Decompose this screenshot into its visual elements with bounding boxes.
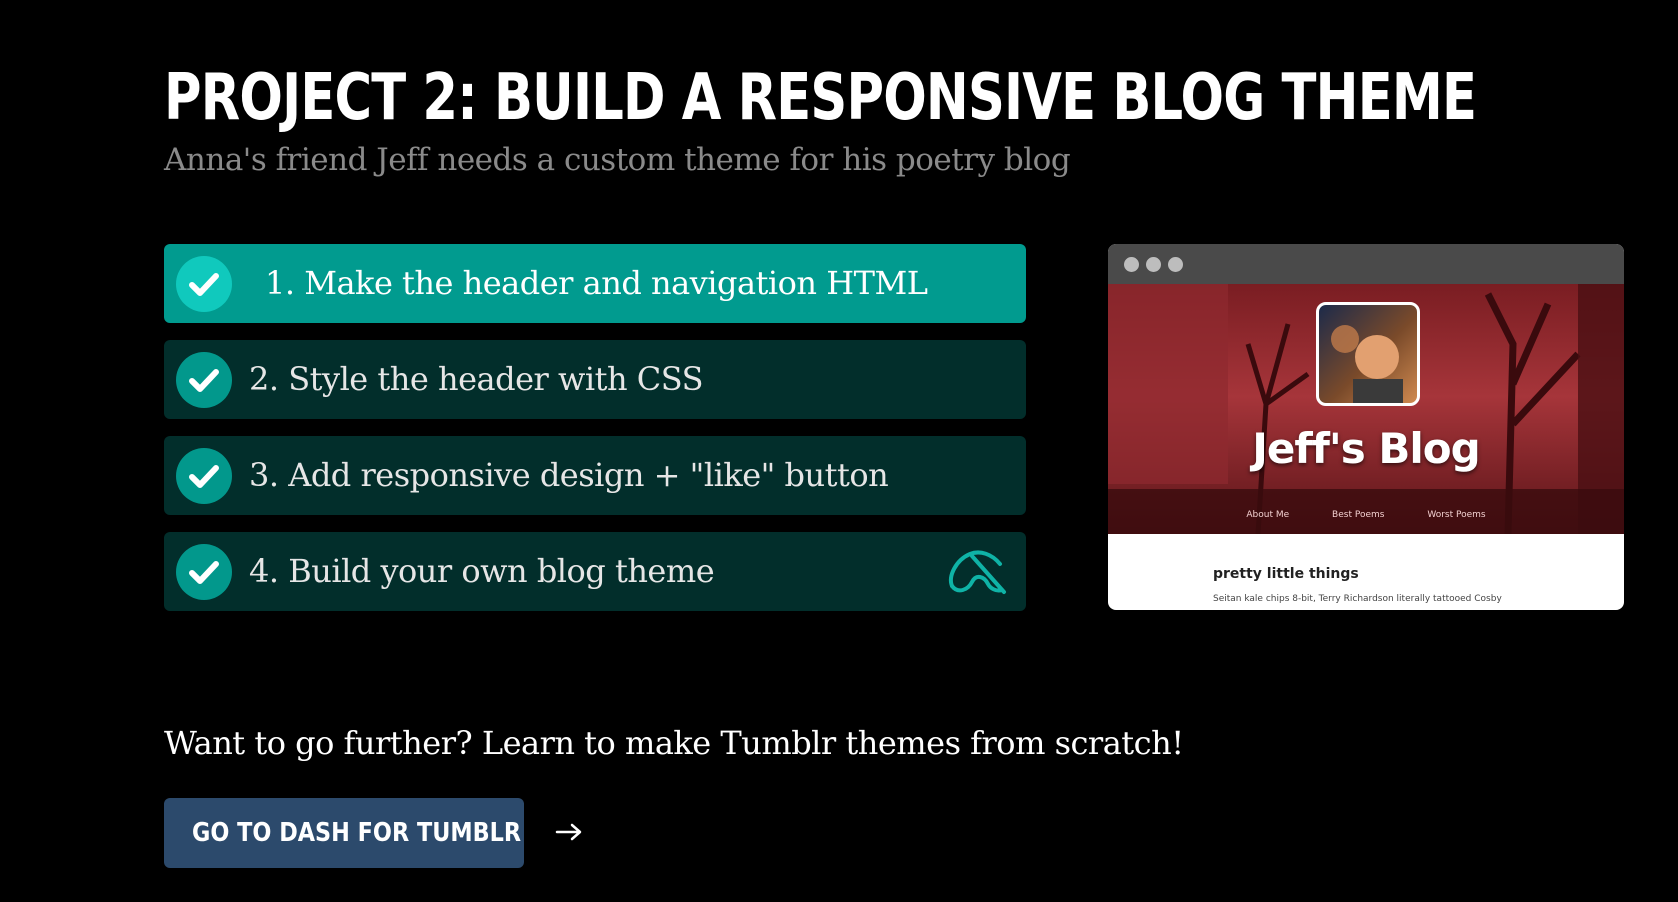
blog-nav-item: Best Poems — [1332, 510, 1385, 520]
arrow-right-icon — [555, 818, 583, 848]
step-item-1[interactable]: 1. Make the header and navigation HTML — [164, 244, 1026, 323]
step-list: 1. Make the header and navigation HTML 2… — [164, 244, 1026, 628]
blog-nav-item: Worst Poems — [1427, 510, 1486, 520]
step-label: 4. Build your own blog theme — [249, 552, 715, 590]
checkmark-icon — [176, 256, 232, 312]
checkmark-icon — [176, 448, 232, 504]
window-dot-icon — [1124, 257, 1139, 272]
step-label: 2. Style the header with CSS — [249, 360, 704, 398]
blog-post-title: pretty little things — [1213, 566, 1359, 582]
window-dot-icon — [1146, 257, 1161, 272]
cta-label: GO TO DASH FOR TUMBLR — [192, 818, 522, 848]
page-subtitle: Anna's friend Jeff needs a custom theme … — [164, 142, 1071, 178]
avatar — [1316, 302, 1420, 406]
blog-preview: Jeff's Blog About Me Best Poems Worst Po… — [1108, 244, 1624, 610]
blog-post-text: Seitan kale chips 8-bit, Terry Richardso… — [1213, 594, 1502, 604]
further-learning-text: Want to go further? Learn to make Tumblr… — [164, 724, 1184, 762]
checkmark-icon — [176, 544, 232, 600]
window-dot-icon — [1168, 257, 1183, 272]
blog-nav-item: About Me — [1246, 510, 1290, 520]
browser-chrome — [1108, 244, 1624, 284]
page-title: PROJECT 2: BUILD A RESPONSIVE BLOG THEME — [164, 61, 1477, 135]
step-item-4[interactable]: 4. Build your own blog theme — [164, 532, 1026, 611]
go-to-dash-button[interactable]: GO TO DASH FOR TUMBLR — [164, 798, 581, 868]
step-label: 3. Add responsive design + "like" button — [249, 456, 889, 494]
step-item-2[interactable]: 2. Style the header with CSS — [164, 340, 1026, 419]
checkmark-icon — [176, 352, 232, 408]
blog-hero-image: Jeff's Blog About Me Best Poems Worst Po… — [1108, 284, 1624, 534]
blog-nav: About Me Best Poems Worst Poems — [1108, 510, 1624, 520]
step-item-3[interactable]: 3. Add responsive design + "like" button — [164, 436, 1026, 515]
step-label: 1. Make the header and navigation HTML — [265, 264, 928, 302]
blog-title: Jeff's Blog — [1252, 424, 1480, 473]
external-project-icon — [944, 546, 1008, 598]
